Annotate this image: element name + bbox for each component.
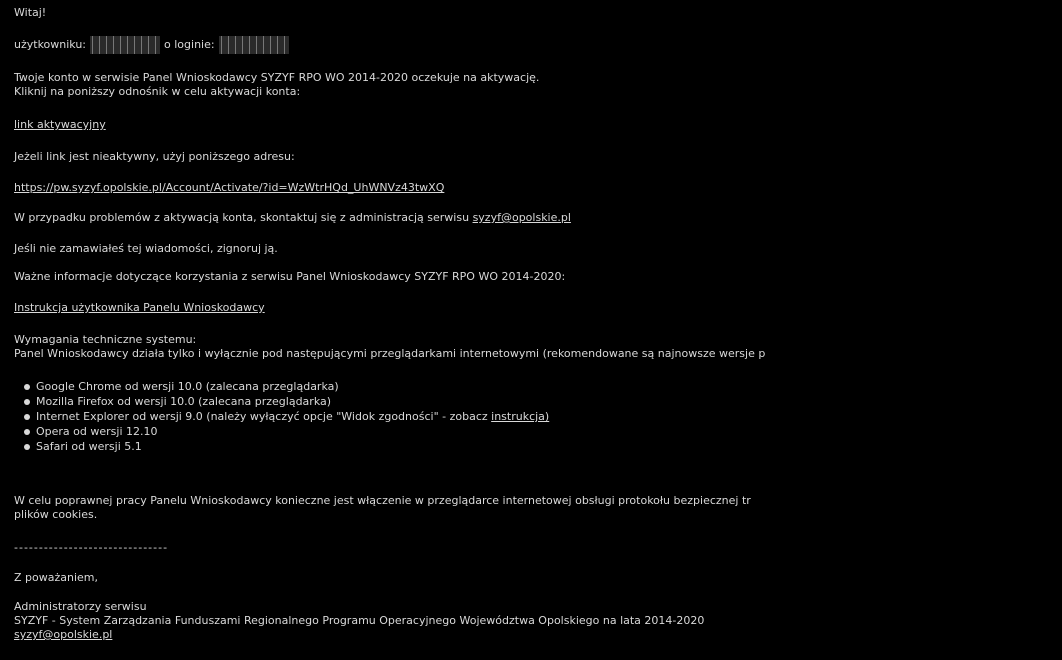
- email-body: Witaj! użytkowniku: o loginie: Twoje kont…: [14, 0, 1062, 660]
- user-info-line: użytkowniku: o loginie:: [14, 36, 293, 54]
- click-instruction-text: Kliknij na poniższy odnośnik w celu akty…: [14, 85, 301, 98]
- list-item: Internet Explorer od wersji 9.0 (należy …: [14, 409, 549, 424]
- list-item: Google Chrome od wersji 10.0 (zalecana p…: [14, 379, 549, 394]
- important-info-text: Ważne informacje dotyczące korzystania z…: [14, 270, 566, 283]
- footer-email-link[interactable]: syzyf@opolskie.pl: [14, 628, 112, 642]
- activation-url-link[interactable]: https://pw.syzyf.opolskie.pl/Account/Act…: [14, 181, 444, 195]
- inactive-link-note: Jeżeli link jest nieaktywny, użyj poniżs…: [14, 150, 295, 163]
- list-item: Safari od wersji 5.1: [14, 439, 549, 454]
- browser-item-text: Google Chrome od wersji 10.0 (zalecana p…: [36, 380, 339, 393]
- problem-contact-text: W przypadku problemów z aktywacją konta,…: [14, 211, 470, 224]
- login-label: o loginie:: [164, 38, 215, 51]
- activation-link[interactable]: link aktywacyjny: [14, 118, 106, 132]
- greeting: Witaj!: [14, 6, 47, 19]
- user-label: użytkowniku:: [14, 38, 87, 51]
- browser-list: Google Chrome od wersji 10.0 (zalecana p…: [14, 379, 549, 454]
- account-pending-text: Twoje konto w serwisie Panel Wnioskodawc…: [14, 71, 540, 84]
- list-item: Mozilla Firefox od wersji 10.0 (zalecana…: [14, 394, 549, 409]
- redacted-username: [90, 36, 161, 54]
- browser-item-text: Safari od wersji 5.1: [36, 440, 142, 453]
- instructions-link[interactable]: instrukcja): [491, 410, 549, 423]
- browser-item-text: Internet Explorer od wersji 9.0 (należy …: [36, 410, 488, 423]
- browser-item-text: Opera od wersji 12.10: [36, 425, 158, 438]
- contact-email-link[interactable]: syzyf@opolskie.pl: [473, 211, 571, 224]
- requirements-title: Wymagania techniczne systemu:: [14, 333, 197, 346]
- browser-item-text: Mozilla Firefox od wersji 10.0 (zalecana…: [36, 395, 332, 408]
- problem-contact-line: W przypadku problemów z aktywacją konta,…: [14, 211, 571, 225]
- redacted-login: [218, 36, 289, 54]
- ignore-note: Jeśli nie zamawiałeś tej wiadomości, zig…: [14, 242, 278, 255]
- requirements-text: Panel Wnioskodawcy działa tylko i wyłącz…: [14, 347, 766, 360]
- user-manual-link[interactable]: Instrukcja użytkownika Panelu Wnioskodaw…: [14, 301, 265, 315]
- list-item: Opera od wersji 12.10: [14, 424, 549, 439]
